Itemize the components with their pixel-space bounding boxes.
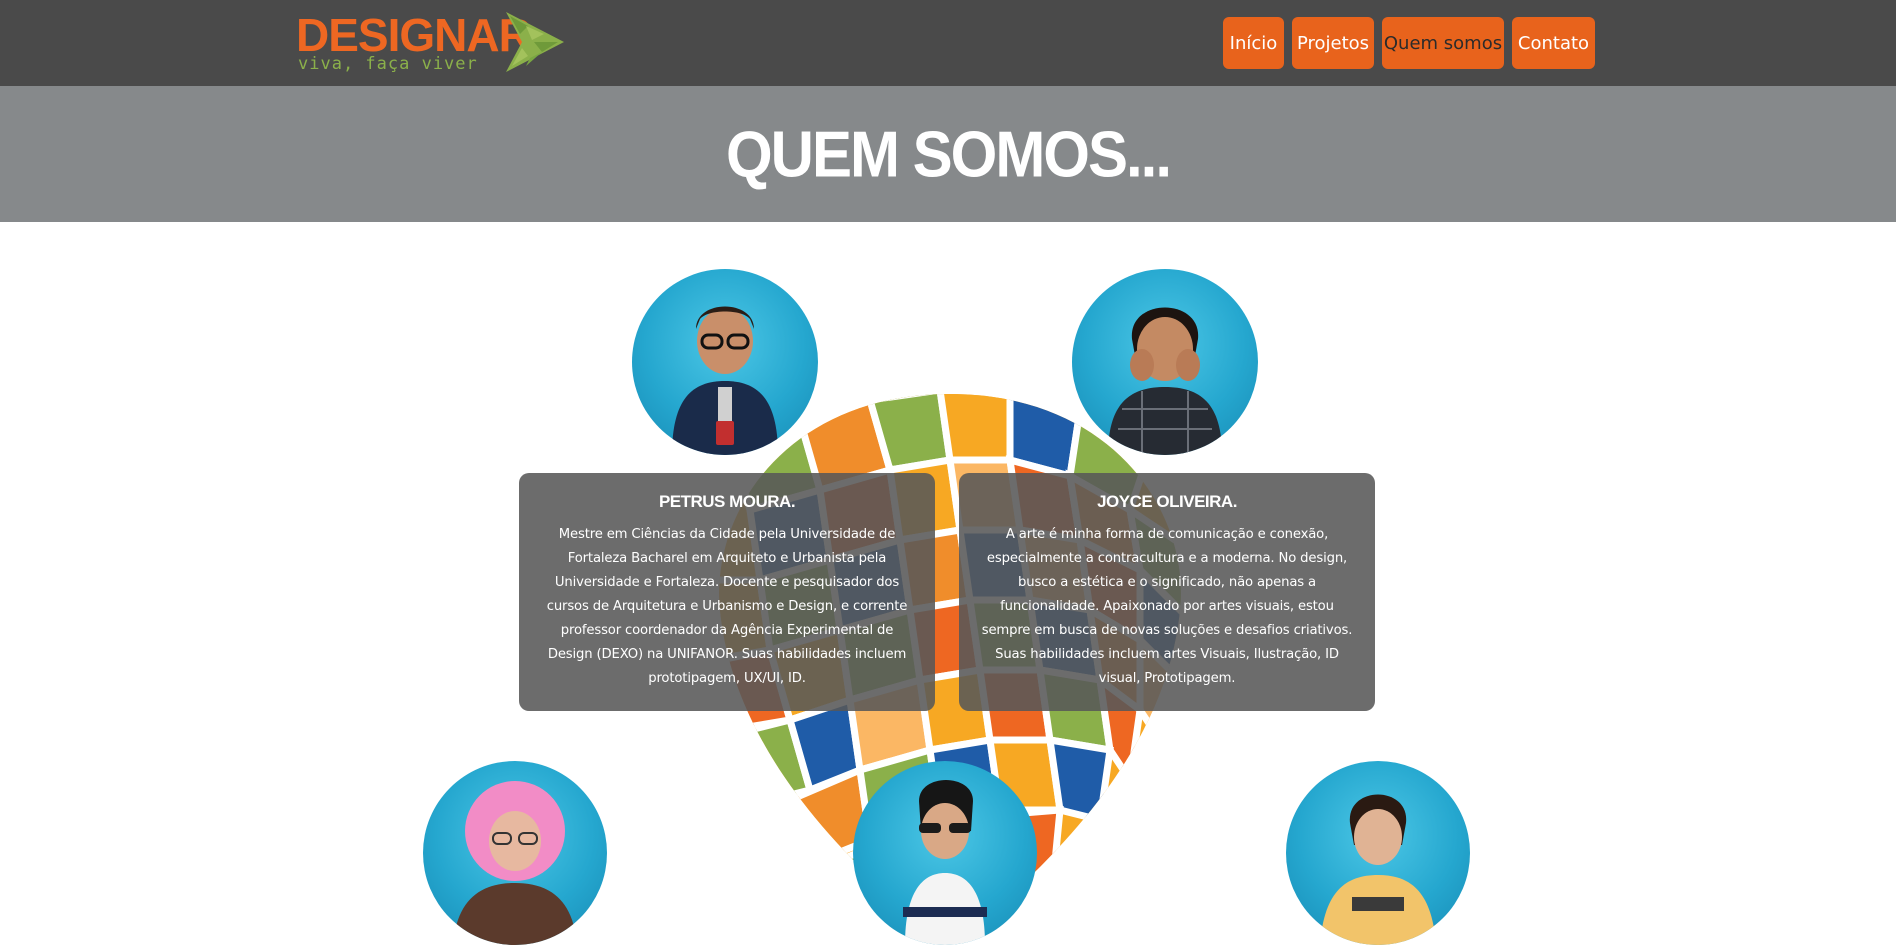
nav-quem-somos-button[interactable]: Quem somos	[1382, 17, 1504, 69]
nav-inicio-button[interactable]: Início	[1223, 17, 1284, 69]
logo-tagline: viva, faça viver	[298, 54, 478, 74]
team-photo-avatar	[1072, 269, 1258, 455]
designar-logo[interactable]: DESIGNAR viva, faça viver	[296, 10, 566, 76]
team-photo-avatar	[1286, 761, 1470, 945]
logo-arrow-icon	[506, 12, 564, 72]
nav-contato-button[interactable]: Contato	[1512, 17, 1595, 69]
team-photo-avatar	[632, 269, 818, 455]
page-title: QUEM SOMOS...	[725, 117, 1172, 191]
team-member-name: PETRUS MOURA.	[658, 492, 796, 511]
top-navigation-bar: DESIGNAR viva, faça viver Início Projeto…	[0, 0, 1896, 86]
team-photo-avatar	[423, 761, 607, 945]
team-member-bio: A arte é minha forma de comunicação e co…	[981, 527, 1353, 686]
team-member-bio: Mestre em Ciências da Cidade pela Univer…	[546, 527, 908, 686]
page-title-band: QUEM SOMOS...	[0, 86, 1896, 222]
team-member-name: JOYCE OLIVEIRA.	[1097, 492, 1237, 511]
team-card-joyce: JOYCE OLIVEIRA. A arte é minha forma de …	[959, 473, 1375, 711]
team-card-petrus: PETRUS MOURA. Mestre em Ciências da Cida…	[519, 473, 935, 711]
team-photo-avatar	[853, 761, 1037, 945]
logo-wordmark: DESIGNAR	[296, 9, 532, 61]
nav-projetos-button[interactable]: Projetos	[1292, 17, 1374, 69]
